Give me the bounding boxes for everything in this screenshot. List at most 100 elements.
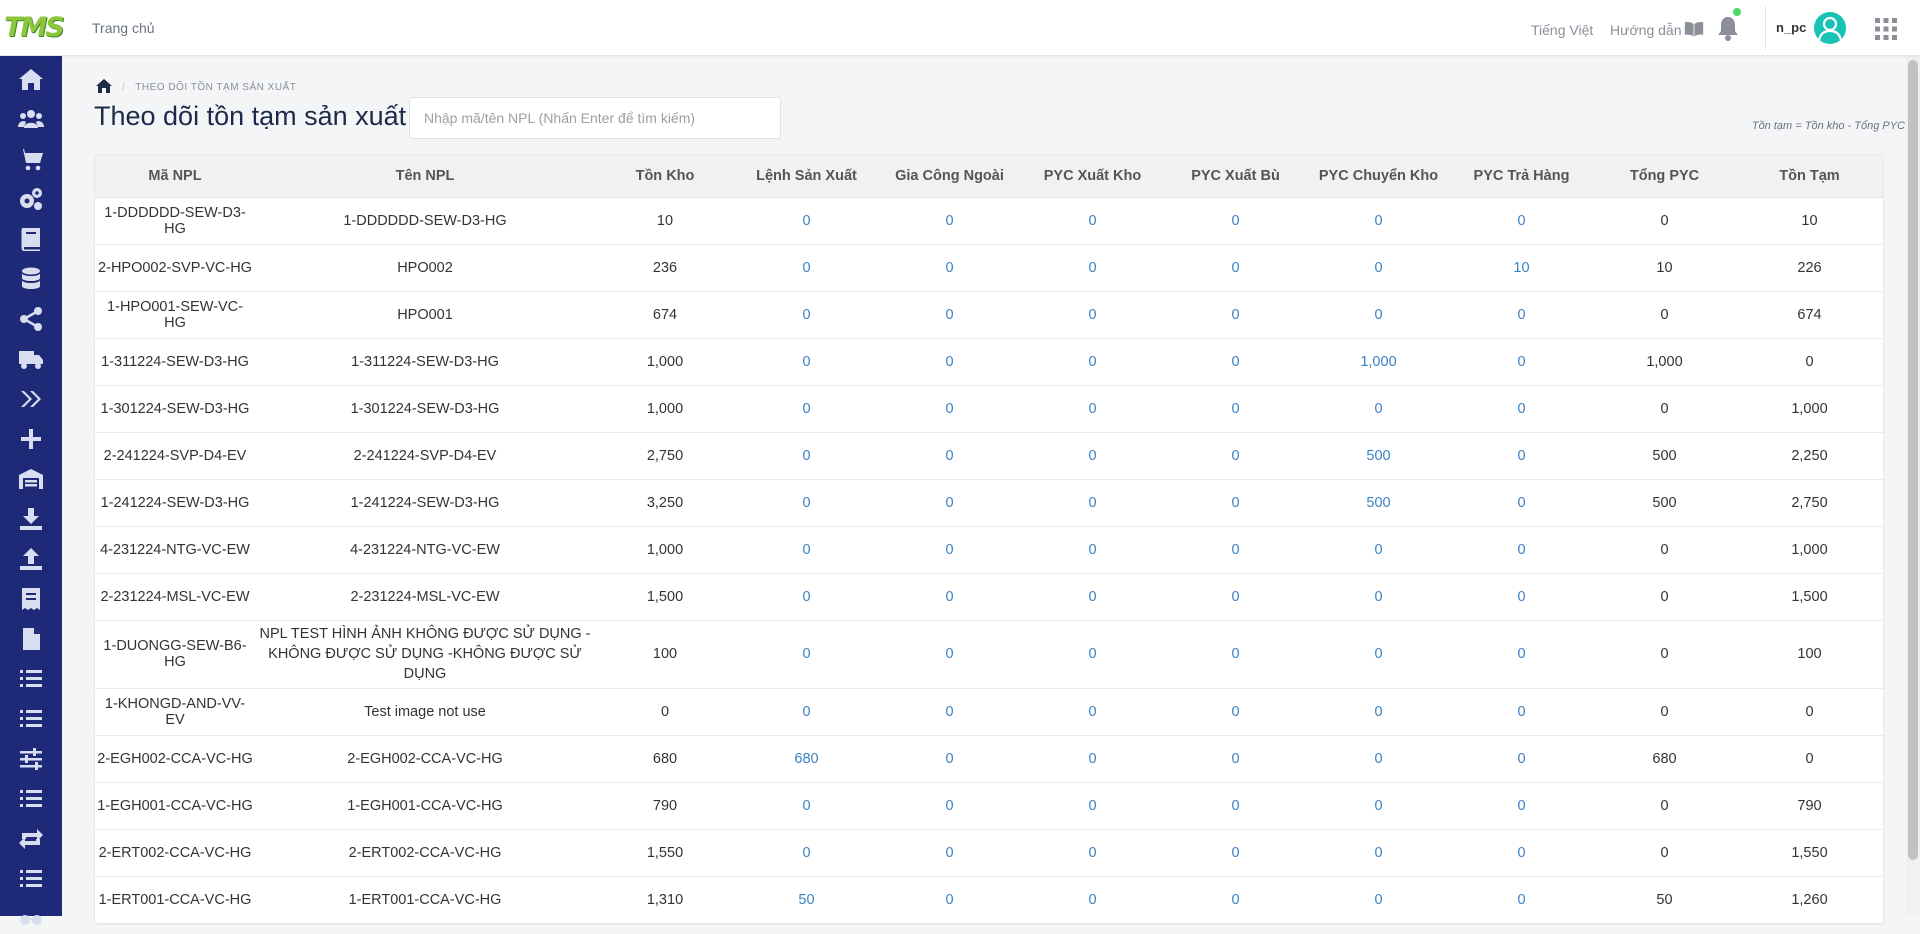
cell-pyc-chuyen-kho-link[interactable]: 1,000: [1360, 354, 1396, 370]
file-icon[interactable]: [16, 624, 46, 654]
double-chevron-icon[interactable]: [16, 384, 46, 414]
cell-pyc-xuat-kho-link[interactable]: 0: [1088, 213, 1096, 229]
username[interactable]: n_pc: [1776, 20, 1806, 35]
cell-pyc-xuat-kho-link[interactable]: 0: [1088, 751, 1096, 767]
cell-gia-cong-ngoai-link[interactable]: 0: [945, 401, 953, 417]
cell-pyc-chuyen-kho-link[interactable]: 0: [1374, 213, 1382, 229]
cell-pyc-xuat-kho-link[interactable]: 0: [1088, 646, 1096, 662]
cell-pyc-xuat-bu-link[interactable]: 0: [1231, 751, 1239, 767]
receipt-icon[interactable]: [16, 584, 46, 614]
cell-pyc-tra-hang-link[interactable]: 0: [1517, 751, 1525, 767]
plus-icon[interactable]: [16, 424, 46, 454]
guide-link[interactable]: Hướng dẫn: [1610, 22, 1681, 38]
cell-pyc-xuat-bu-link[interactable]: 0: [1231, 354, 1239, 370]
truck-icon[interactable]: [16, 344, 46, 374]
cell-lenh-san-xuat-link[interactable]: 0: [802, 845, 810, 861]
page-scrollbar[interactable]: [1906, 0, 1920, 916]
cell-pyc-xuat-bu-link[interactable]: 0: [1231, 704, 1239, 720]
cell-gia-cong-ngoai-link[interactable]: 0: [945, 448, 953, 464]
cell-lenh-san-xuat-link[interactable]: 0: [802, 646, 810, 662]
cell-pyc-tra-hang-link[interactable]: 0: [1517, 845, 1525, 861]
cell-lenh-san-xuat-link[interactable]: 0: [802, 495, 810, 511]
cell-gia-cong-ngoai-link[interactable]: 0: [945, 646, 953, 662]
column-header-lenh-san-xuat[interactable]: Lệnh Sản Xuất: [735, 155, 878, 198]
app-logo[interactable]: TMS: [4, 12, 65, 44]
book-icon[interactable]: [16, 224, 46, 254]
column-header-ton-kho[interactable]: Tồn Kho: [595, 155, 735, 198]
cell-gia-cong-ngoai-link[interactable]: 0: [945, 892, 953, 908]
apps-grid-icon[interactable]: [1875, 18, 1897, 40]
cell-lenh-san-xuat-link[interactable]: 0: [802, 260, 810, 276]
cell-gia-cong-ngoai-link[interactable]: 0: [945, 260, 953, 276]
cell-pyc-tra-hang-link[interactable]: 0: [1517, 307, 1525, 323]
glasses-icon[interactable]: [16, 904, 46, 934]
cell-pyc-xuat-bu-link[interactable]: 0: [1231, 542, 1239, 558]
cell-pyc-xuat-bu-link[interactable]: 0: [1231, 892, 1239, 908]
cell-lenh-san-xuat-link[interactable]: 0: [802, 798, 810, 814]
cell-pyc-xuat-bu-link[interactable]: 0: [1231, 213, 1239, 229]
column-header-pyc-xuat-kho[interactable]: PYC Xuất Kho: [1021, 155, 1164, 198]
cell-pyc-tra-hang-link[interactable]: 0: [1517, 448, 1525, 464]
cell-gia-cong-ngoai-link[interactable]: 0: [945, 704, 953, 720]
breadcrumb-home-icon[interactable]: [96, 78, 112, 97]
cell-pyc-xuat-kho-link[interactable]: 0: [1088, 798, 1096, 814]
cell-pyc-chuyen-kho-link[interactable]: 0: [1374, 260, 1382, 276]
cell-gia-cong-ngoai-link[interactable]: 0: [945, 495, 953, 511]
language-switch[interactable]: Tiếng Việt: [1531, 22, 1593, 38]
cell-pyc-chuyen-kho-link[interactable]: 0: [1374, 542, 1382, 558]
cell-pyc-tra-hang-link[interactable]: 0: [1517, 495, 1525, 511]
search-input[interactable]: [409, 97, 781, 139]
column-header-ten-npl[interactable]: Tên NPL: [255, 155, 595, 198]
list-icon[interactable]: [16, 664, 46, 694]
cell-pyc-xuat-bu-link[interactable]: 0: [1231, 646, 1239, 662]
cell-pyc-tra-hang-link[interactable]: 0: [1517, 589, 1525, 605]
cell-lenh-san-xuat-link[interactable]: 0: [802, 448, 810, 464]
cell-lenh-san-xuat-link[interactable]: 0: [802, 307, 810, 323]
users-icon[interactable]: [16, 104, 46, 134]
list-icon[interactable]: [16, 864, 46, 894]
cell-pyc-xuat-bu-link[interactable]: 0: [1231, 401, 1239, 417]
avatar-icon[interactable]: [1814, 12, 1846, 44]
cell-lenh-san-xuat-link[interactable]: 0: [802, 704, 810, 720]
cell-pyc-xuat-kho-link[interactable]: 0: [1088, 401, 1096, 417]
cell-pyc-tra-hang-link[interactable]: 0: [1517, 892, 1525, 908]
home-icon[interactable]: [16, 64, 46, 94]
cell-gia-cong-ngoai-link[interactable]: 0: [945, 213, 953, 229]
repeat-icon[interactable]: [16, 824, 46, 854]
sliders-icon[interactable]: [16, 744, 46, 774]
cell-pyc-xuat-kho-link[interactable]: 0: [1088, 542, 1096, 558]
share-icon[interactable]: [16, 304, 46, 334]
cell-gia-cong-ngoai-link[interactable]: 0: [945, 542, 953, 558]
cell-pyc-tra-hang-link[interactable]: 0: [1517, 213, 1525, 229]
cell-gia-cong-ngoai-link[interactable]: 0: [945, 354, 953, 370]
nav-home-link[interactable]: Trang chủ: [92, 20, 155, 36]
cell-pyc-chuyen-kho-link[interactable]: 500: [1366, 448, 1390, 464]
scrollbar-thumb[interactable]: [1908, 60, 1918, 860]
column-header-tong-pyc[interactable]: Tổng PYC: [1593, 155, 1736, 198]
cell-lenh-san-xuat-link[interactable]: 0: [802, 213, 810, 229]
cell-pyc-tra-hang-link[interactable]: 0: [1517, 798, 1525, 814]
cell-lenh-san-xuat-link[interactable]: 50: [798, 892, 814, 908]
cell-pyc-tra-hang-link[interactable]: 0: [1517, 646, 1525, 662]
cell-pyc-xuat-bu-link[interactable]: 0: [1231, 495, 1239, 511]
cart-icon[interactable]: [16, 144, 46, 174]
column-header-ma-npl[interactable]: Mã NPL: [95, 155, 255, 198]
cell-pyc-xuat-kho-link[interactable]: 0: [1088, 260, 1096, 276]
cell-pyc-xuat-kho-link[interactable]: 0: [1088, 704, 1096, 720]
cell-gia-cong-ngoai-link[interactable]: 0: [945, 589, 953, 605]
cell-pyc-xuat-kho-link[interactable]: 0: [1088, 448, 1096, 464]
column-header-pyc-xuat-bu[interactable]: PYC Xuất Bù: [1164, 155, 1307, 198]
cell-gia-cong-ngoai-link[interactable]: 0: [945, 845, 953, 861]
bell-icon[interactable]: [1717, 16, 1739, 42]
upload-icon[interactable]: [16, 544, 46, 574]
cell-pyc-xuat-bu-link[interactable]: 0: [1231, 589, 1239, 605]
cell-pyc-xuat-kho-link[interactable]: 0: [1088, 845, 1096, 861]
cell-pyc-xuat-kho-link[interactable]: 0: [1088, 495, 1096, 511]
cell-pyc-chuyen-kho-link[interactable]: 0: [1374, 704, 1382, 720]
column-header-pyc-chuyen-kho[interactable]: PYC Chuyển Kho: [1307, 155, 1450, 198]
cell-pyc-chuyen-kho-link[interactable]: 0: [1374, 751, 1382, 767]
cell-pyc-xuat-bu-link[interactable]: 0: [1231, 307, 1239, 323]
cell-pyc-xuat-kho-link[interactable]: 0: [1088, 892, 1096, 908]
database-icon[interactable]: [16, 264, 46, 294]
cell-lenh-san-xuat-link[interactable]: 0: [802, 401, 810, 417]
